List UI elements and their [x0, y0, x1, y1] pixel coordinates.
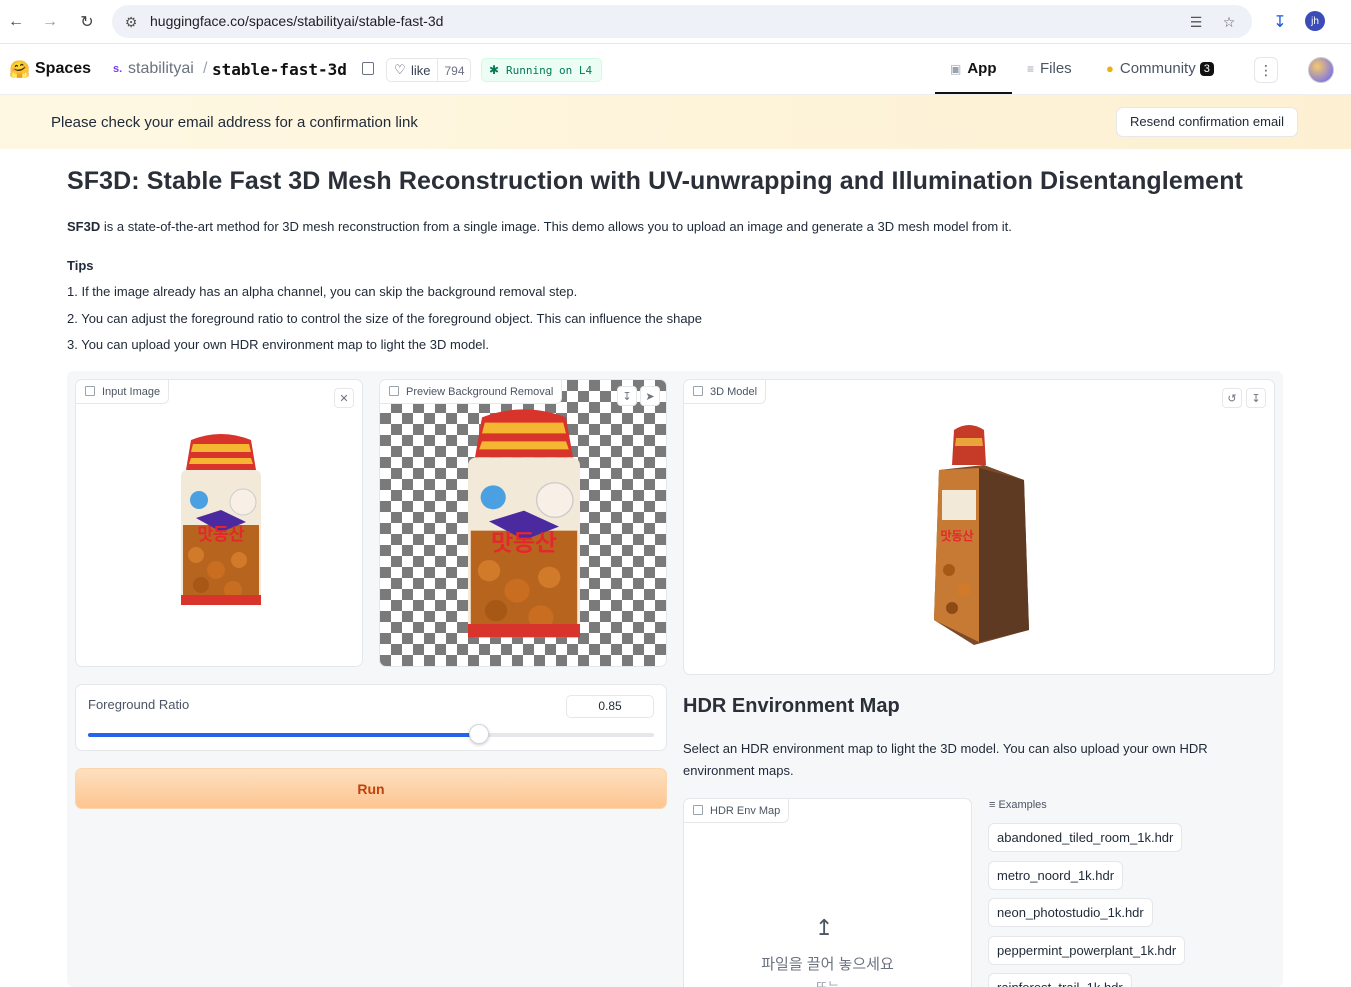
- hf-header: 🤗 Spaces s. stabilityai / stable-fast-3d…: [0, 45, 1351, 95]
- foreground-ratio-input[interactable]: 0.85: [566, 695, 654, 718]
- back-arrow-icon[interactable]: ←: [4, 10, 28, 34]
- desc-bold: SF3D: [67, 219, 101, 234]
- image-icon: [389, 386, 399, 396]
- translate-icon[interactable]: ☰: [1187, 13, 1205, 31]
- resend-confirmation-button[interactable]: Resend confirmation email: [1116, 107, 1298, 137]
- example-chip[interactable]: rainforest_trail_1k.hdr: [988, 973, 1132, 987]
- tab-files[interactable]: ≡ Files: [1027, 60, 1072, 77]
- hugging-face-logo-icon[interactable]: 🤗: [9, 60, 30, 80]
- email-confirmation-banner: Please check your email address for a co…: [0, 95, 1351, 149]
- browser-toolbar: ← → ↻ ⚙ huggingface.co/spaces/stabilitya…: [0, 0, 1351, 44]
- page-title: SF3D: Stable Fast 3D Mesh Reconstruction…: [67, 167, 1243, 195]
- more-options-icon[interactable]: ⋮: [1254, 57, 1278, 83]
- tab-community-label: Community: [1119, 60, 1196, 77]
- hdr-section-description: Select an HDR environment map to light t…: [683, 741, 1208, 778]
- hdr-section-title: HDR Environment Map: [683, 695, 900, 717]
- example-chip[interactable]: peppermint_powerplant_1k.hdr: [988, 936, 1186, 965]
- path-separator: /: [203, 60, 208, 77]
- copy-icon[interactable]: [362, 62, 374, 75]
- tab-community[interactable]: ● Community 3: [1106, 60, 1214, 77]
- page-description: SF3D is a state-of-the-art method for 3D…: [67, 219, 1012, 234]
- foreground-ratio-slider-block: Foreground Ratio 0.85: [75, 684, 667, 751]
- image-icon: [85, 386, 95, 396]
- repo-name[interactable]: stable-fast-3d: [212, 60, 347, 79]
- notice-text: Please check your email address for a co…: [51, 114, 418, 131]
- app-cube-icon: ▣: [950, 62, 962, 76]
- 3d-model-render: 맛동산: [934, 425, 1029, 645]
- owner-avatar-icon: s.: [113, 63, 123, 75]
- owner-link[interactable]: stabilityai: [128, 60, 194, 78]
- community-icon: ●: [1106, 61, 1114, 76]
- slider-fill: [88, 733, 479, 737]
- 3d-model-block[interactable]: 3D Model ↺ ↧ 맛동산: [683, 379, 1275, 675]
- example-chip[interactable]: abandoned_tiled_room_1k.hdr: [988, 823, 1183, 852]
- spaces-link[interactable]: Spaces: [35, 60, 91, 78]
- community-count-badge: 3: [1199, 62, 1214, 76]
- hdr-env-map-label: HDR Env Map: [684, 799, 790, 823]
- preview-background-removal-block[interactable]: Preview Background Removal ↧ ➤ 맛동산: [379, 379, 667, 667]
- bookmark-star-icon[interactable]: ☆: [1220, 13, 1238, 31]
- status-text: Running on L4: [506, 64, 593, 77]
- slider-thumb[interactable]: [469, 724, 489, 744]
- tab-app-label: App: [967, 60, 997, 77]
- input-image-label: Input Image: [76, 380, 170, 404]
- status-badge[interactable]: ✱ Running on L4: [481, 58, 602, 82]
- like-button[interactable]: ♡ like 794: [386, 58, 471, 82]
- tip-item: 1. If the image already has an alpha cha…: [67, 284, 578, 299]
- list-icon: ≡: [989, 799, 996, 811]
- download-icon[interactable]: ↧: [1246, 388, 1266, 408]
- desc-rest: is a state-of-the-art method for 3D mesh…: [100, 219, 1012, 234]
- preview-product-image: 맛동산: [468, 409, 580, 638]
- tab-files-label: Files: [1040, 60, 1072, 77]
- reset-view-icon[interactable]: ↺: [1222, 388, 1242, 408]
- tab-app[interactable]: ▣ App: [950, 60, 997, 77]
- hdr-upload-dropzone[interactable]: HDR Env Map ↥ 파일을 끌어 놓으세요 또는: [683, 798, 972, 987]
- address-bar[interactable]: ⚙ huggingface.co/spaces/stabilityai/stab…: [112, 5, 1252, 38]
- reload-icon[interactable]: ↻: [75, 10, 99, 34]
- download-icon[interactable]: ↧: [1268, 10, 1292, 34]
- user-avatar[interactable]: [1308, 57, 1334, 83]
- tip-item: 3. You can upload your own HDR environme…: [67, 337, 490, 352]
- like-count: 794: [437, 59, 471, 81]
- example-chip[interactable]: neon_photostudio_1k.hdr: [988, 898, 1153, 927]
- running-status-icon: ✱: [489, 63, 500, 77]
- like-label: like: [411, 63, 431, 78]
- 3d-model-label: 3D Model: [684, 380, 767, 404]
- or-text: 또는: [684, 977, 971, 987]
- product-brand-text: 맛동산: [940, 528, 973, 543]
- preview-label: Preview Background Removal: [380, 380, 563, 404]
- run-button[interactable]: Run: [75, 768, 667, 809]
- heart-icon: ♡: [394, 62, 406, 77]
- product-brand-text: 맛동산: [198, 525, 245, 545]
- foreground-ratio-label: Foreground Ratio: [88, 697, 190, 712]
- foreground-ratio-track[interactable]: [88, 724, 654, 744]
- file-icon: [693, 805, 703, 815]
- input-product-image: 맛동산: [181, 434, 261, 605]
- share-icon[interactable]: ➤: [640, 386, 660, 406]
- browser-profile-avatar[interactable]: jh: [1305, 11, 1325, 31]
- active-tab-indicator: [935, 92, 1012, 94]
- example-chip[interactable]: metro_noord_1k.hdr: [988, 861, 1124, 890]
- tip-item: 2. You can adjust the foreground ratio t…: [67, 311, 703, 326]
- product-brand-text: 맛동산: [491, 530, 557, 556]
- url-text: huggingface.co/spaces/stabilityai/stable…: [150, 13, 444, 29]
- site-settings-icon[interactable]: ⚙: [122, 13, 140, 31]
- file-icon: [693, 386, 703, 396]
- drop-file-text: 파일을 끌어 놓으세요: [761, 956, 894, 973]
- download-icon[interactable]: ↧: [617, 386, 637, 406]
- tips-heading: Tips: [67, 258, 94, 273]
- input-image-block[interactable]: Input Image ✕ 맛동산: [75, 379, 363, 667]
- files-icon: ≡: [1027, 62, 1035, 76]
- forward-arrow-icon[interactable]: →: [38, 10, 62, 34]
- upload-icon: ↥: [815, 915, 834, 940]
- clear-image-icon[interactable]: ✕: [334, 388, 354, 408]
- examples-label: ≡ Examples: [989, 799, 1047, 811]
